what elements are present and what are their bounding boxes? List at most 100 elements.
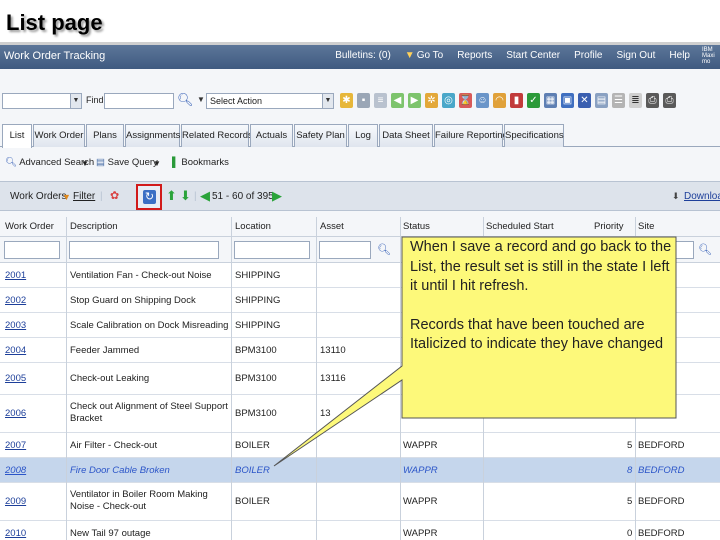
refresh-icon[interactable]: ↻ [143,190,156,204]
table-row-selected[interactable]: 2008 Fire Door Cable Broken BOILER WAPPR… [0,458,720,483]
priority-cell: 8 [627,465,633,476]
view-icon[interactable]: ◎ [442,93,455,108]
column-header-status[interactable]: Status [403,221,430,232]
tab-list[interactable]: List [2,124,32,148]
previous-page-icon[interactable]: ◀ [200,188,210,204]
filter-location-input[interactable] [234,241,310,259]
work-order-link[interactable]: 2006 [5,408,26,419]
save-query-button[interactable]: ▤ Save Query [96,157,158,168]
find-field-select[interactable]: ▼ [2,93,82,109]
previous-icon[interactable]: ◀ [391,93,404,108]
table-toolbar: Work Orders ▼ Filter | ✿ ↻ ⬆ ⬇ | ◀ 51 - … [0,181,720,211]
table-row[interactable]: 2009 Ventilator in Boiler Room Making No… [0,483,720,521]
column-divider [231,217,232,540]
filter-asset-input[interactable] [319,241,371,259]
cancel-icon[interactable]: ✕ [578,93,591,108]
work-order-link[interactable]: 2007 [5,440,26,451]
description-cell: New Tail 97 outage [70,528,151,539]
app-header: Work Order Tracking Bulletins: (0) ▼ Go T… [0,45,720,69]
column-header-priority[interactable]: Priority [594,221,624,232]
column-header-location[interactable]: Location [235,221,271,232]
sign-out-link[interactable]: Sign Out [617,50,656,61]
description-cell: Ventilator in Boiler Room Making Noise -… [70,489,208,512]
list-icon[interactable]: ☰ [612,93,625,108]
column-header-site[interactable]: Site [638,221,654,232]
column-header-work-order[interactable]: Work Order [5,221,54,232]
tab-related-records[interactable]: Related Records [181,124,253,147]
work-order-link[interactable]: 2004 [5,345,26,356]
print-preview-icon[interactable]: ⎙ [663,93,676,108]
new-record-icon[interactable]: ✱ [340,93,353,108]
search-icon[interactable]: 🔍︎ [377,243,391,256]
search-icon[interactable]: 🔍︎ [698,243,712,256]
work-order-link[interactable]: 2009 [5,496,26,507]
tab-plans[interactable]: Plans [86,124,124,147]
tab-specifications[interactable]: Specifications [504,124,564,147]
filter-icon[interactable]: ▼ [62,192,71,202]
status-icon[interactable]: ▣ [561,93,574,108]
column-divider [316,217,317,540]
notes-icon[interactable]: ≣ [629,93,642,108]
chevron-down-icon[interactable]: ▼ [153,159,161,168]
filter-description-input[interactable] [69,241,219,259]
start-center-link[interactable]: Start Center [506,50,560,61]
bulletins-link[interactable]: Bulletins: (0) [335,50,391,61]
find-input[interactable] [104,93,174,109]
bookmarks-button[interactable]: ▌ Bookmarks [172,157,229,168]
tab-work-order[interactable]: Work Order [33,124,85,147]
print-icon[interactable]: ⎙ [646,93,659,108]
tab-actuals[interactable]: Actuals [250,124,293,147]
table-row[interactable]: 2006 Check out Alignment of Steel Suppor… [0,395,720,433]
work-order-link[interactable]: 2003 [5,320,26,331]
save-query-label: Save Query [107,157,158,168]
chevron-down-icon: ▼ [322,94,333,108]
calendar-icon[interactable]: ▦ [544,93,557,108]
chart-icon[interactable]: ▮ [510,93,523,108]
select-action-dropdown[interactable]: Select Action ▼ [206,93,334,109]
save-icon[interactable]: ▪ [357,93,370,108]
chevron-down-icon[interactable]: ▼ [81,159,89,168]
status-cell: WAPPR [403,496,438,507]
assign-icon[interactable]: ☺ [476,93,489,108]
toolbar: ▼ Find: 🔍︎ ▼ Select Action ▼ ✱ ▪ ≡ ◀ ▶ ✲… [0,89,720,113]
filter-work-order-input[interactable] [4,241,60,259]
profile-link[interactable]: Profile [574,50,602,61]
tab-log[interactable]: Log [348,124,378,147]
location-cell: BPM3100 [235,408,277,419]
table-row[interactable]: 2007 Air Filter - Check-out BOILER WAPPR… [0,433,720,458]
work-order-link[interactable]: 2010 [5,528,26,539]
filter-link[interactable]: Filter [73,191,95,202]
select-action-label: Select Action [210,96,263,106]
download-link[interactable]: Download [684,191,720,202]
tab-data-sheet[interactable]: Data Sheet [379,124,433,147]
column-header-asset[interactable]: Asset [320,221,344,232]
description-cell: Air Filter - Check-out [70,440,158,451]
site-cell: BEDFORD [638,496,685,507]
tab-assignments[interactable]: Assignments [125,124,180,147]
work-order-link[interactable]: 2002 [5,295,26,306]
help-link[interactable]: Help [669,50,690,61]
search-icon[interactable]: 🔍︎ [177,92,194,108]
tab-failure-reporting[interactable]: Failure Reporting [434,124,508,147]
column-header-description[interactable]: Description [70,221,118,232]
bulletin-icon[interactable]: ≡ [374,93,387,108]
work-order-link[interactable]: 2005 [5,373,26,384]
tab-safety-plan[interactable]: Safety Plan [294,124,347,147]
history-icon[interactable]: ⌛ [459,93,472,108]
next-icon[interactable]: ▶ [408,93,421,108]
clear-filter-icon[interactable]: ✿ [110,189,119,202]
warranty-icon[interactable]: ◠ [493,93,506,108]
goto-link[interactable]: ▼ Go To [405,50,443,61]
work-order-link[interactable]: 2008 [5,465,26,476]
arrow-up-icon[interactable]: ⬆ [166,188,177,204]
column-header-scheduled-start[interactable]: Scheduled Start [486,221,554,232]
table-row[interactable]: 2010 New Tail 97 outage WAPPR 0 BEDFORD [0,521,720,540]
work-order-link[interactable]: 2001 [5,270,26,281]
route-icon[interactable]: ✲ [425,93,438,108]
approve-icon[interactable]: ✓ [527,93,540,108]
report-icon[interactable]: ▤ [595,93,608,108]
save-query-icon: ▤ [96,157,105,168]
arrow-down-icon[interactable]: ⬇ [180,188,191,204]
next-page-icon[interactable]: ▶ [272,188,282,204]
reports-link[interactable]: Reports [457,50,492,61]
